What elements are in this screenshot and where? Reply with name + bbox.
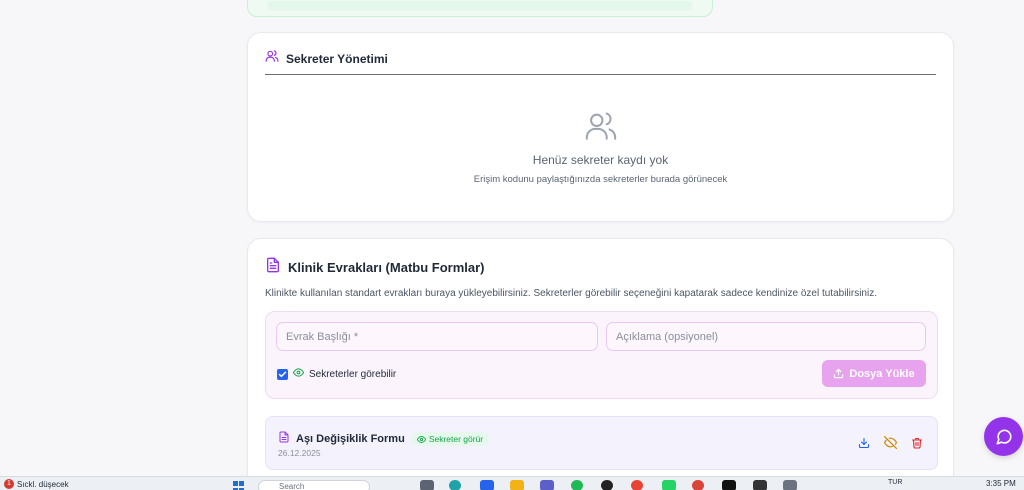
chrome-icon[interactable]	[631, 480, 643, 490]
taskbar-search[interactable]: Search	[258, 480, 370, 490]
eye-icon	[416, 435, 426, 443]
empty-state-title: Henüz sekreter kaydı yok	[532, 153, 669, 167]
whatsapp-icon[interactable]	[662, 480, 676, 490]
notification-badge: 1	[4, 479, 14, 489]
badge-label: Sekreter görür	[428, 434, 484, 444]
users-empty-icon	[585, 112, 616, 140]
app-icon[interactable]	[722, 480, 736, 490]
secretaries-visible-label: Sekreterler görebilir	[309, 368, 397, 380]
spotify-icon[interactable]	[571, 480, 583, 490]
document-title-input[interactable]	[276, 322, 598, 351]
os-taskbar: 1 Sıckl. düşecek Search TUR 3:35 PM	[0, 476, 1024, 490]
document-icon	[265, 257, 281, 278]
secretaries-visible-checkbox[interactable]	[277, 368, 288, 380]
clinic-forms-card: Klinik Evrakları (Matbu Formlar) Klinikt…	[247, 238, 954, 490]
file-icon	[278, 430, 290, 448]
store-icon[interactable]	[480, 480, 494, 490]
weather-text: Sıckl. düşecek	[17, 479, 69, 489]
secretary-empty-state: Henüz sekreter kaydı yok Erişim kodunu p…	[248, 109, 953, 185]
forms-description: Klinikte kullanılan standart evrakları b…	[265, 288, 877, 299]
users-icon	[265, 49, 279, 68]
previous-card-inner	[268, 1, 692, 9]
chat-button[interactable]	[984, 417, 1023, 456]
teams-icon[interactable]	[540, 480, 554, 490]
windows-start-icon[interactable]	[233, 481, 245, 490]
document-list-item: Aşı Değişiklik Formu Sekreter görür 26.1…	[265, 416, 938, 470]
trash-icon[interactable]	[911, 436, 923, 454]
document-name: Aşı Değişiklik Formu	[296, 433, 405, 445]
upload-file-button[interactable]: Dosya Yükle	[822, 360, 926, 387]
task-view-icon[interactable]	[420, 480, 434, 490]
app-icon[interactable]	[753, 480, 767, 490]
secretary-title: Sekreter Yönetimi	[286, 51, 388, 66]
document-row: Aşı Değişiklik Formu Sekreter görür	[278, 430, 490, 448]
chatgpt-icon[interactable]	[601, 480, 613, 490]
empty-state-subtitle: Erişim kodunu paylaştığınızda sekreterle…	[473, 174, 728, 185]
download-icon[interactable]	[858, 436, 870, 454]
upload-file-label: Dosya Yükle	[849, 367, 915, 380]
previous-card	[247, 0, 713, 17]
edge-icon[interactable]	[449, 480, 461, 490]
taskbar-weather[interactable]: 1 Sıckl. düşecek	[4, 479, 69, 489]
secretary-header: Sekreter Yönetimi	[265, 49, 936, 75]
secretaries-visible-toggle[interactable]: Sekreterler görebilir	[277, 367, 396, 381]
chrome-profile-icon[interactable]	[692, 480, 704, 490]
document-actions	[858, 435, 923, 454]
taskbar-clock[interactable]: 3:35 PM	[986, 479, 1016, 488]
eye-icon	[292, 367, 305, 381]
document-date: 26.12.2025	[278, 448, 321, 458]
file-explorer-icon[interactable]	[510, 480, 524, 490]
secretary-visible-badge: Sekreter görür	[410, 432, 490, 446]
forms-header: Klinik Evrakları (Matbu Formlar)	[265, 257, 485, 278]
eye-off-icon[interactable]	[883, 435, 898, 454]
document-description-input[interactable]	[606, 322, 926, 351]
upload-icon	[834, 368, 844, 379]
secretary-management-card: Sekreter Yönetimi Henüz sekreter kaydı y…	[247, 32, 954, 222]
upload-form: Sekreterler görebilir Dosya Yükle	[265, 311, 938, 399]
forms-title: Klinik Evrakları (Matbu Formlar)	[288, 260, 485, 275]
chat-bubble-icon	[995, 429, 1012, 445]
language-indicator[interactable]: TUR	[888, 479, 902, 486]
calculator-icon[interactable]	[783, 480, 797, 490]
